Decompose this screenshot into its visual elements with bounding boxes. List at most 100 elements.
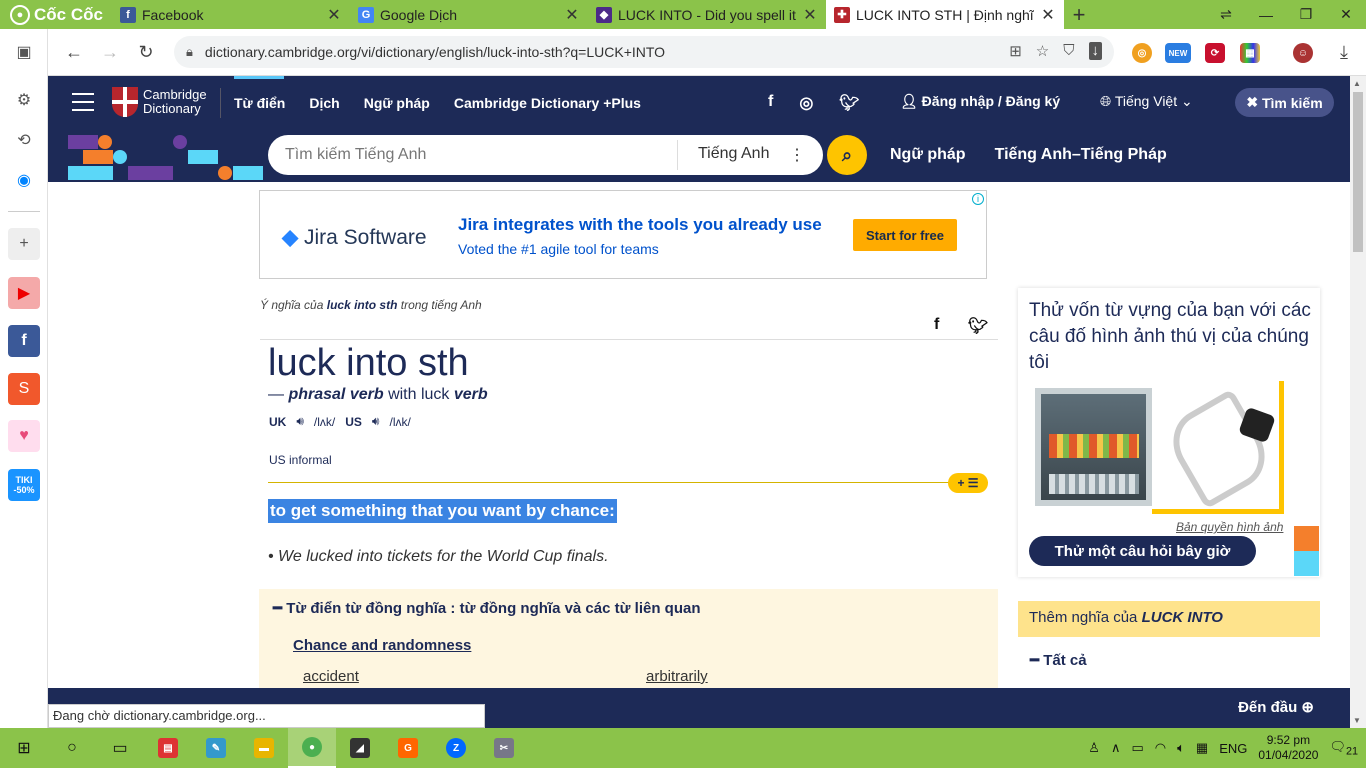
scroll-up-icon[interactable]: ▲ (1353, 79, 1361, 88)
page-scrollbar[interactable]: ▲ ▼ (1350, 76, 1366, 728)
advertisement-banner[interactable]: ◆ Jira Software Jira integrates with the… (259, 190, 987, 279)
thesaurus-word[interactable]: accident (303, 668, 359, 685)
coccoc-menu-button[interactable]: ● Cốc Cốc (0, 0, 112, 29)
snipping-tool-icon[interactable]: ✂ (480, 728, 528, 768)
all-meanings-toggle[interactable]: ━ Tất cả (1030, 651, 1087, 669)
thesaurus-heading[interactable]: ━ Từ điển từ đồng nghĩa : từ đồng nghĩa … (273, 599, 700, 617)
share-facebook-icon[interactable]: f (934, 316, 939, 334)
file-explorer-icon[interactable]: ▬ (240, 728, 288, 768)
input-language[interactable]: ENG (1219, 741, 1247, 756)
add-app-icon[interactable]: + (8, 228, 40, 260)
sticky-notes-icon[interactable]: ◢ (336, 728, 384, 768)
notification-icon[interactable]: 🗨︎21 (1329, 739, 1358, 758)
ad-cta-button[interactable]: Start for free (853, 219, 957, 251)
add-to-wordlist-button[interactable]: + ☰ (948, 473, 988, 493)
wifi-icon[interactable]: ◠ (1155, 740, 1166, 756)
people-icon[interactable]: ♙ (1088, 740, 1100, 756)
nav-plus[interactable]: Cambridge Dictionary +Plus (454, 95, 641, 111)
login-link[interactable]: 👤︎ Đăng nhập / Đăng ký (900, 93, 1060, 110)
heart-app-icon[interactable]: ♥ (8, 420, 40, 452)
share-twitter-icon[interactable]: 🐦︎ (968, 316, 988, 336)
thesaurus-word[interactable]: arbitrarily (646, 668, 708, 685)
close-window-icon[interactable]: ✕ (1326, 6, 1366, 23)
profile-avatar-icon[interactable]: ☺ (1293, 43, 1313, 63)
sublink-grammar[interactable]: Ngữ pháp (890, 146, 966, 164)
forward-icon[interactable]: → (92, 42, 128, 63)
site-logo[interactable]: Cambridge Dictionary (143, 88, 207, 116)
peeler-image[interactable] (1152, 381, 1284, 514)
hamburger-menu-icon[interactable] (72, 93, 94, 111)
facebook-icon[interactable]: f (768, 93, 773, 113)
minimize-icon[interactable]: — (1246, 7, 1286, 23)
shopee-icon[interactable]: S (8, 373, 40, 405)
thesaurus-category[interactable]: Chance and randomness (293, 637, 471, 654)
shield-icon[interactable]: ⛉ (1063, 42, 1074, 60)
example-sentence: • We lucked into tickets for the World C… (268, 548, 609, 565)
sublink-en-fr[interactable]: Tiếng Anh–Tiếng Pháp (995, 146, 1167, 164)
search-toggle-button[interactable]: ✖ Tìm kiếm (1235, 88, 1334, 117)
windows-start-icon[interactable]: ⊞ (0, 728, 48, 768)
close-tab-icon[interactable]: ✕ (326, 5, 342, 25)
search-language-dropdown[interactable]: Tiếng Anh ⋮ (678, 145, 823, 165)
language-selector[interactable]: 🌐︎ Tiếng Việt ⌄ (1100, 93, 1193, 110)
tiki-icon[interactable]: TIKI -50% (8, 469, 40, 501)
close-tab-icon[interactable]: ✕ (564, 5, 580, 25)
restore-icon[interactable]: ❐ (1286, 6, 1326, 23)
close-tab-icon[interactable]: ✕ (802, 5, 818, 25)
settings-icon[interactable]: ⚙ (8, 84, 40, 116)
back-to-top-link[interactable]: Đến đầu ⊕ (1238, 698, 1314, 716)
scroll-down-icon[interactable]: ▼ (1353, 716, 1361, 725)
paint-icon[interactable]: ✎ (192, 728, 240, 768)
image-credit-link[interactable]: Bản quyền hình ảnh (1176, 520, 1283, 534)
foxit-pdf-icon[interactable]: G (384, 728, 432, 768)
tab-spellcheck[interactable]: ◆ LUCK INTO - Did you spell it c ✕ (588, 0, 826, 29)
us-speaker-icon[interactable]: 🔊︎ (372, 414, 380, 429)
quiz-button[interactable]: Thử một câu hỏi bây giờ (1029, 536, 1256, 566)
tab-cambridge[interactable]: ✚ LUCK INTO STH | Định nghĩa t ✕ (826, 0, 1064, 29)
zalo-icon[interactable]: Z (432, 728, 480, 768)
ad-info-icon[interactable]: i (972, 193, 984, 205)
history-icon[interactable]: ⟲ (8, 124, 40, 156)
coccoc-taskbar-icon[interactable]: ● (288, 728, 336, 768)
twitter-icon[interactable]: 🐦︎ (839, 93, 859, 113)
instagram-icon[interactable]: ◎ (799, 93, 813, 113)
search-circle-icon[interactable]: ○ (48, 728, 96, 768)
clock[interactable]: 9:52 pm 01/04/2020 (1258, 733, 1318, 763)
reload-icon[interactable]: ↻ (128, 42, 164, 63)
extension-grid-icon[interactable]: ▦ (1240, 43, 1260, 63)
uk-speaker-icon[interactable]: 🔊︎ (296, 414, 304, 429)
youtube-icon[interactable]: ▶ (8, 277, 40, 309)
battery-icon[interactable]: ▭ (1131, 740, 1143, 756)
search-icon[interactable]: ⌕ (827, 135, 867, 175)
tab-search-icon[interactable]: ⇌ (1206, 6, 1246, 23)
keyboard-icon[interactable]: ▦ (1196, 740, 1208, 756)
new-tab-button[interactable]: + (1064, 2, 1094, 28)
cambridge-crest-icon[interactable] (112, 87, 138, 117)
search-input[interactable]: Tìm kiếm Tiếng Anh Tiếng Anh ⋮ (268, 135, 823, 175)
translate-icon[interactable]: ⊞ (1009, 42, 1022, 60)
nav-translate[interactable]: Dịch (309, 95, 339, 111)
sidebar-toggle-icon[interactable]: ▣ (8, 36, 40, 68)
base-word[interactable]: luck (421, 386, 449, 403)
nav-dictionary[interactable]: Từ điển (234, 95, 285, 111)
dishwasher-image[interactable] (1035, 388, 1152, 506)
volume-icon[interactable]: 🔈︎ (1177, 740, 1185, 756)
downloads-icon[interactable]: ⤓ (1326, 42, 1362, 63)
extension-coccoc-icon[interactable]: ◎ (1132, 43, 1152, 63)
chevron-up-icon[interactable]: ∧ (1111, 740, 1121, 756)
app-store-icon[interactable]: ▤ (144, 728, 192, 768)
extension-red-icon[interactable]: ⟳ (1205, 43, 1225, 63)
url-field[interactable]: 🔒︎ dictionary.cambridge.org/vi/dictionar… (174, 36, 1114, 68)
extension-new-icon[interactable]: NEW (1165, 43, 1191, 63)
tab-facebook[interactable]: f Facebook ✕ (112, 0, 350, 29)
tab-google-translate[interactable]: G Google Dịch ✕ (350, 0, 588, 29)
messenger-icon[interactable]: ◉ (8, 164, 40, 196)
task-view-icon[interactable]: ▭ (96, 728, 144, 768)
bookmark-star-icon[interactable]: ☆ (1036, 42, 1049, 60)
download-icon[interactable]: ↓ (1088, 42, 1102, 60)
facebook-app-icon[interactable]: f (8, 325, 40, 357)
nav-grammar[interactable]: Ngữ pháp (364, 95, 430, 111)
back-icon[interactable]: ← (56, 42, 92, 63)
scroll-thumb[interactable] (1353, 92, 1363, 252)
close-tab-icon[interactable]: ✕ (1040, 5, 1056, 25)
